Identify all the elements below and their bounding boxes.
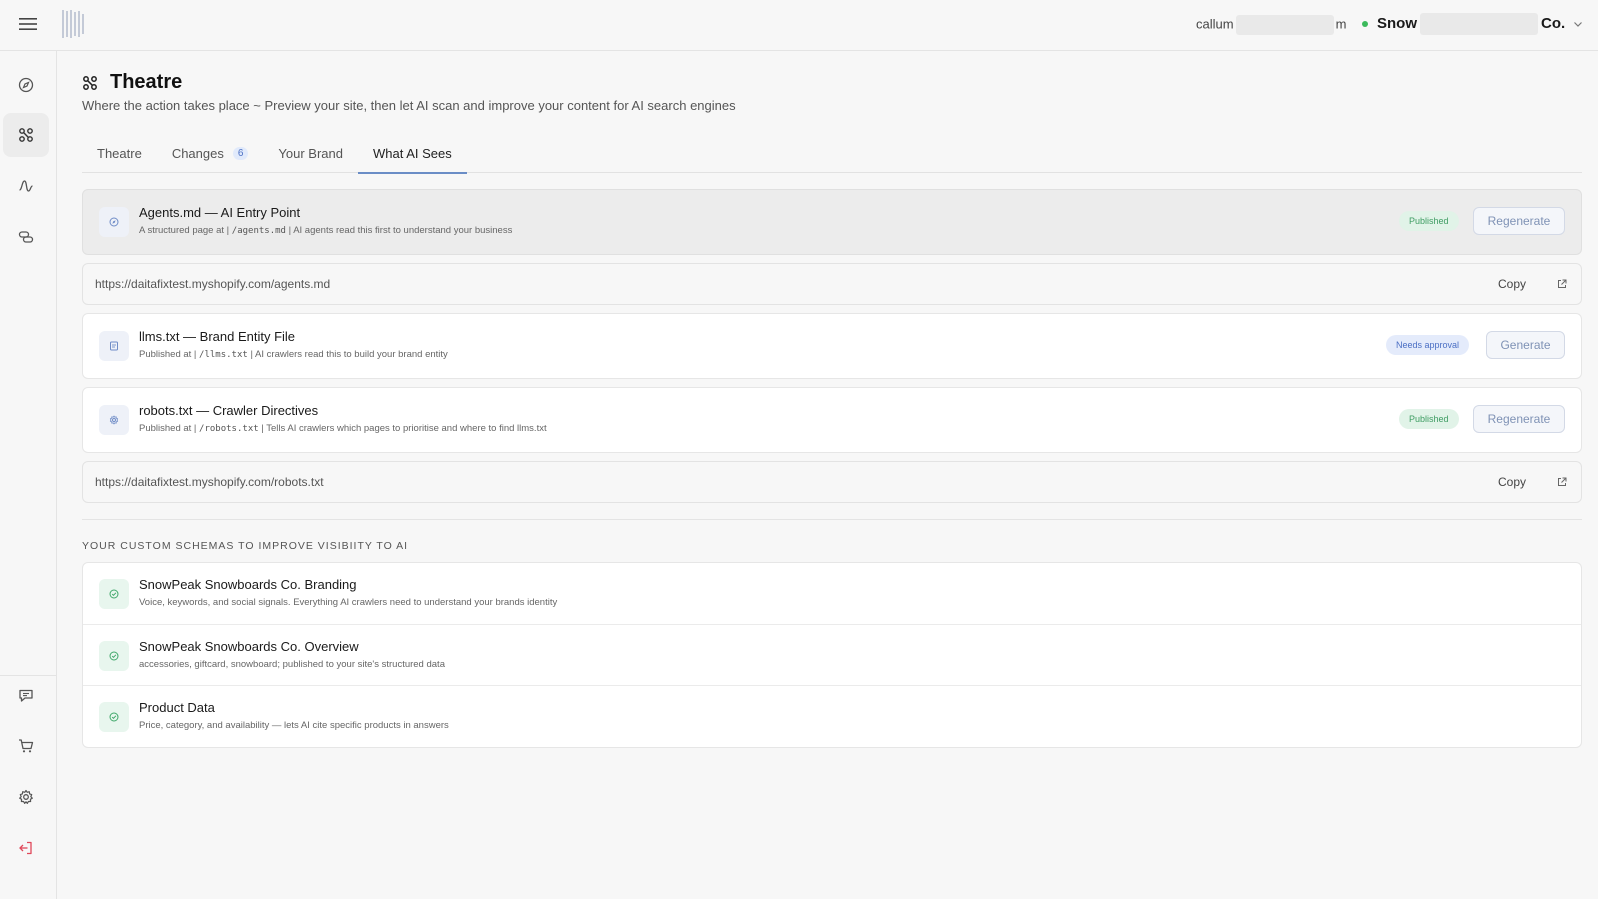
document-icon bbox=[110, 341, 118, 351]
sidebar-item-cart[interactable] bbox=[3, 724, 49, 768]
copy-button[interactable]: Copy bbox=[1498, 277, 1526, 291]
card-title: llms.txt — Brand Entity File bbox=[139, 329, 296, 344]
agents-md-card[interactable]: Agents.md — AI Entry Point A structured … bbox=[82, 189, 1582, 255]
logout-icon bbox=[19, 841, 32, 855]
store-status-dot bbox=[1362, 21, 1368, 27]
store-name: Snow Co. bbox=[1377, 13, 1565, 35]
schema-item-product-data[interactable]: Product Data Price, category, and availa… bbox=[83, 685, 1581, 746]
url-text: https://daitafixtest.myshopify.com/robot… bbox=[95, 475, 324, 489]
gear-icon bbox=[19, 789, 33, 804]
page-subtitle: Where the action takes place ~ Preview y… bbox=[82, 98, 736, 113]
check-circle-icon bbox=[109, 712, 119, 722]
tab-changes[interactable]: Changes 6 bbox=[157, 133, 264, 173]
user-email: callum m bbox=[1196, 15, 1346, 35]
agents-url-row: https://daitafixtest.myshopify.com/agent… bbox=[82, 263, 1582, 305]
schema-item-overview[interactable]: SnowPeak Snowboards Co. Overview accesso… bbox=[83, 624, 1581, 685]
sidebar-item-logout[interactable] bbox=[3, 826, 49, 870]
regenerate-button[interactable]: Regenerate bbox=[1473, 207, 1565, 235]
compass-icon bbox=[109, 217, 119, 227]
compass-icon bbox=[18, 77, 34, 93]
schema-description: Price, category, and availability — lets… bbox=[139, 720, 449, 731]
card-title: Agents.md — AI Entry Point bbox=[139, 205, 301, 220]
robots-url-row: https://daitafixtest.myshopify.com/robot… bbox=[82, 461, 1582, 503]
activity-icon bbox=[19, 180, 33, 192]
status-badge: Published bbox=[1399, 211, 1459, 231]
external-link-icon[interactable] bbox=[1557, 279, 1567, 289]
schema-title: SnowPeak Snowboards Co. Branding bbox=[139, 577, 357, 592]
sidebar-item-links[interactable] bbox=[3, 215, 49, 259]
schema-title: SnowPeak Snowboards Co. Overview bbox=[139, 639, 359, 654]
tab-bar: Theatre Changes 6 Your Brand What AI Sees bbox=[82, 133, 1582, 174]
llms-txt-card[interactable]: llms.txt — Brand Entity File Published a… bbox=[82, 313, 1582, 379]
check-icon-container bbox=[99, 579, 129, 609]
chevron-down-icon bbox=[1574, 22, 1583, 27]
tab-your-brand[interactable]: Your Brand bbox=[263, 133, 358, 173]
card-description: A structured page at | /agents.md | AI a… bbox=[139, 225, 513, 236]
tab-theatre[interactable]: Theatre bbox=[82, 133, 157, 173]
sidebar-item-explore[interactable] bbox=[3, 63, 49, 107]
check-circle-icon bbox=[109, 651, 119, 661]
url-text: https://daitafixtest.myshopify.com/agent… bbox=[95, 277, 331, 291]
top-bar: callum m Snow Co. bbox=[0, 0, 1598, 51]
cart-icon bbox=[19, 739, 34, 753]
schema-list: SnowPeak Snowboards Co. Branding Voice, … bbox=[82, 562, 1582, 748]
schema-title: Product Data bbox=[139, 700, 215, 715]
file-icon-container bbox=[99, 405, 129, 435]
gear-icon bbox=[109, 415, 119, 425]
tab-what-ai-sees[interactable]: What AI Sees bbox=[358, 133, 467, 174]
schema-description: Voice, keywords, and social signals. Eve… bbox=[139, 597, 558, 608]
status-badge: Published bbox=[1399, 409, 1459, 429]
theatre-icon bbox=[19, 128, 33, 142]
sidebar-item-settings[interactable] bbox=[3, 775, 49, 819]
links-icon bbox=[18, 231, 34, 243]
theatre-icon bbox=[83, 75, 97, 90]
robots-txt-card[interactable]: robots.txt — Crawler Directives Publishe… bbox=[82, 387, 1582, 453]
store-switcher[interactable]: Snow Co. bbox=[1362, 12, 1583, 36]
check-icon-container bbox=[99, 702, 129, 732]
generate-button[interactable]: Generate bbox=[1486, 331, 1565, 359]
check-circle-icon bbox=[109, 589, 119, 599]
external-link-icon[interactable] bbox=[1557, 477, 1567, 487]
schemas-heading: YOUR CUSTOM SCHEMAS TO IMPROVE VISIBIITY… bbox=[82, 540, 409, 552]
card-description: Published at | /robots.txt | Tells AI cr… bbox=[139, 423, 547, 434]
check-icon-container bbox=[99, 641, 129, 671]
changes-count-badge: 6 bbox=[232, 146, 249, 160]
card-description: Published at | /llms.txt | AI crawlers r… bbox=[139, 349, 448, 360]
app-logo[interactable] bbox=[60, 8, 88, 40]
sidebar-item-chat[interactable] bbox=[3, 673, 49, 717]
chat-icon bbox=[19, 689, 33, 702]
schema-description: accessories, giftcard, snowboard; publis… bbox=[139, 659, 445, 670]
sidebar bbox=[0, 51, 57, 899]
page-header: Theatre bbox=[82, 71, 182, 94]
schema-item-branding[interactable]: SnowPeak Snowboards Co. Branding Voice, … bbox=[83, 563, 1581, 624]
sidebar-item-activity[interactable] bbox=[3, 164, 49, 208]
hamburger-menu-icon[interactable] bbox=[18, 15, 38, 33]
page-title: Theatre bbox=[110, 71, 183, 93]
sidebar-item-theatre[interactable] bbox=[3, 113, 49, 157]
card-title: robots.txt — Crawler Directives bbox=[139, 403, 319, 418]
copy-button[interactable]: Copy bbox=[1498, 475, 1526, 489]
regenerate-button[interactable]: Regenerate bbox=[1473, 405, 1565, 433]
file-icon-container bbox=[99, 331, 129, 361]
section-divider bbox=[82, 519, 1582, 520]
status-badge: Needs approval bbox=[1386, 335, 1470, 355]
file-icon-container bbox=[99, 207, 129, 237]
